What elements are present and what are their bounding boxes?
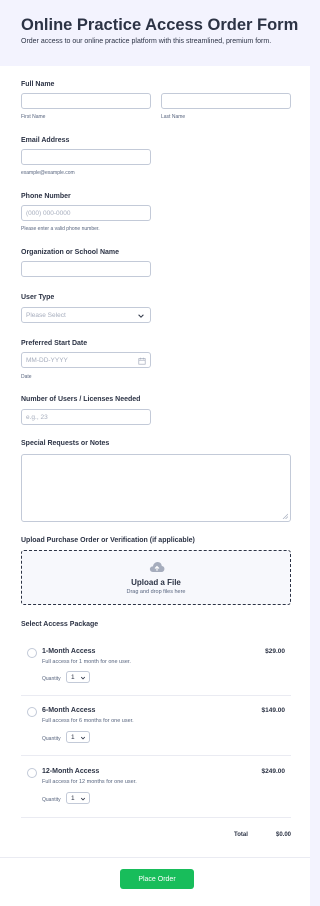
package-description: Full access for 1 month for one user. [42,659,131,665]
package-divider [21,695,291,696]
quantity-select-1-month[interactable]: 1 [66,671,90,683]
quantity-label: Quantity [42,797,61,803]
chevron-down-icon [80,797,86,801]
packages-label: Select Access Package [21,621,99,628]
start-date-input[interactable]: MM-DD-YYYY [21,352,151,368]
package-description: Full access for 6 months for one user. [42,718,134,724]
full-name-label: Full Name [21,81,55,88]
package-radio-1-month[interactable] [27,648,37,658]
resize-grip-icon[interactable] [282,513,288,519]
package-divider [21,755,291,756]
phone-label: Phone Number [21,193,71,200]
package-radio-6-month[interactable] [27,707,37,717]
package-divider [21,817,291,818]
package-name: 6-Month Access [42,707,96,714]
email-input[interactable] [21,149,151,165]
cloud-upload-icon [149,562,165,572]
form-title: Online Practice Access Order Form [21,16,299,34]
start-date-sublabel: Date [21,374,32,380]
quantity-label: Quantity [42,736,61,742]
notes-label: Special Requests or Notes [21,440,110,447]
chevron-down-icon [80,676,86,680]
start-date-label: Preferred Start Date [21,340,88,347]
organization-input[interactable] [21,261,151,277]
user-type-select[interactable]: Please Select [21,307,151,323]
start-date-placeholder: MM-DD-YYYY [26,356,68,364]
package-name: 1-Month Access [42,648,96,655]
chevron-down-icon [80,736,86,740]
place-order-button[interactable]: Place Order [120,869,194,889]
package-price: $249.00 [261,768,286,775]
chevron-down-icon [138,314,144,318]
user-type-label: User Type [21,294,55,301]
total-value: $0.00 [275,832,291,838]
users-input[interactable]: e.g., 23 [21,409,151,425]
organization-label: Organization or School Name [21,249,120,256]
total-label: Total [234,832,248,838]
first-name-sublabel: First Name [21,114,46,120]
phone-input[interactable]: (000) 000-0000 [21,205,151,221]
phone-sublabel: Please enter a valid phone number. [21,226,100,232]
notes-textarea[interactable] [21,454,291,522]
users-label: Number of Users / Licenses Needed [21,396,141,403]
upload-dropzone[interactable]: Upload a File Drag and drop files here [21,550,291,605]
email-sublabel: example@example.com [21,170,75,176]
form-subtitle: Order access to our online practice plat… [21,38,272,45]
package-description: Full access for 12 months for one user. [42,779,137,785]
first-name-input[interactable] [21,93,151,109]
last-name-sublabel: Last Name [161,114,186,120]
calendar-icon[interactable] [138,357,146,365]
form-card: Full Name First Name Last Name Email Add… [0,66,310,906]
package-price: $149.00 [261,707,286,714]
quantity-value: 1 [71,794,75,802]
package-name: 12-Month Access [42,768,100,775]
phone-placeholder: (000) 000-0000 [26,209,71,217]
quantity-value: 1 [71,733,75,741]
upload-title: Upload a File [131,578,181,587]
last-name-input[interactable] [161,93,291,109]
quantity-select-6-month[interactable]: 1 [66,731,90,743]
quantity-label: Quantity [42,676,61,682]
footer-divider [0,857,310,858]
upload-label: Upload Purchase Order or Verification (i… [21,537,195,544]
user-type-value: Please Select [26,311,66,319]
quantity-value: 1 [71,673,75,681]
package-radio-12-month[interactable] [27,768,37,778]
package-price: $29.00 [265,648,285,655]
email-label: Email Address [21,137,70,144]
users-placeholder: e.g., 23 [26,413,48,421]
upload-subtitle: Drag and drop files here [126,589,186,595]
quantity-select-12-month[interactable]: 1 [66,792,90,804]
form-header: Online Practice Access Order Form Order … [0,0,310,66]
